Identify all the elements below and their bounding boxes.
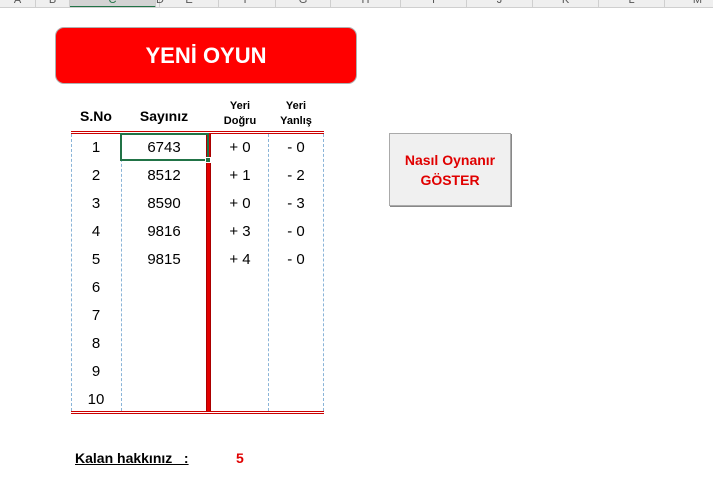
cell-guess[interactable]	[121, 386, 207, 414]
header-wrong-line1: Yeri	[285, 100, 307, 112]
cell-wrong	[268, 358, 324, 386]
cell-wrong: - 0	[287, 139, 305, 156]
cell-correct	[212, 358, 268, 386]
cell-correct	[212, 302, 268, 330]
new-game-button[interactable]: YENİ OYUN	[55, 27, 357, 84]
cell-no: 1	[91, 139, 101, 156]
column-header-l[interactable]: L	[599, 0, 665, 7]
column-header-c[interactable]: C	[70, 0, 156, 7]
guess-table: 1 6743 + 0- 0 2 8512 + 1- 2 3 8590 + 0- 3 4 9816 + …	[71, 131, 324, 414]
how-to-play-button[interactable]: Nasıl Oynanır GÖSTER	[389, 133, 511, 206]
column-header-strip: ABCDEFGHIJKLMN	[0, 0, 713, 8]
header-guess: Sayınız	[139, 108, 189, 124]
cell-wrong	[268, 386, 324, 414]
cell-guess[interactable]	[121, 358, 207, 386]
cell-no: 7	[91, 307, 101, 324]
header-wrong-line2: Yanlış	[280, 115, 312, 127]
cell-correct: + 0	[229, 139, 251, 156]
cell-guess[interactable]: 9815	[121, 246, 207, 274]
header-sno: S.No	[80, 108, 112, 124]
cell-correct: + 3	[229, 223, 251, 240]
cell-no: 2	[91, 167, 101, 184]
cell-no: 8	[91, 335, 101, 352]
active-cell-selection[interactable]	[120, 133, 211, 163]
cell-wrong	[268, 330, 324, 358]
column-header-m[interactable]: M	[665, 0, 713, 7]
column-header-e[interactable]: E	[160, 0, 219, 7]
header-correct-position: Yeri Doğru	[212, 99, 268, 129]
cell-no: 5	[91, 251, 101, 268]
column-header-f[interactable]: F	[219, 0, 276, 7]
header-correct-line2: Doğru	[223, 115, 257, 127]
column-header-k[interactable]: K	[533, 0, 599, 7]
how-to-play-line1: Nasıl Oynanır	[404, 151, 496, 168]
column-header-a[interactable]: A	[0, 0, 36, 7]
cell-guess[interactable]	[121, 274, 207, 302]
cell-wrong	[268, 274, 324, 302]
cell-correct	[212, 330, 268, 358]
column-header-b[interactable]: B	[36, 0, 70, 7]
cell-no: 9	[91, 363, 101, 380]
header-correct-line1: Yeri	[229, 100, 251, 112]
cell-correct	[212, 386, 268, 414]
header-wrong-position: Yeri Yanlış	[268, 99, 324, 129]
cell-no: 10	[87, 391, 105, 408]
column-header-h[interactable]: H	[331, 0, 401, 7]
how-to-play-line2: GÖSTER	[420, 171, 480, 188]
cell-correct	[212, 274, 268, 302]
cell-guess[interactable]	[121, 302, 207, 330]
cell-wrong: - 2	[287, 167, 305, 184]
column-header-i[interactable]: I	[401, 0, 467, 7]
cell-guess[interactable]: 9816	[121, 218, 207, 246]
remaining-attempts-label: Kalan hakkınız :	[75, 450, 189, 466]
cell-correct: + 1	[229, 167, 251, 184]
fill-handle[interactable]	[205, 157, 211, 163]
cell-wrong: - 0	[287, 251, 305, 268]
cell-guess[interactable]: 8590	[121, 190, 207, 218]
cell-wrong: - 0	[287, 223, 305, 240]
cell-guess[interactable]	[121, 330, 207, 358]
cell-guess[interactable]: 8512	[121, 162, 207, 190]
cell-wrong	[268, 302, 324, 330]
column-header-g[interactable]: G	[276, 0, 331, 7]
cell-correct: + 4	[229, 251, 251, 268]
cell-correct: + 0	[229, 195, 251, 212]
cell-no: 6	[91, 279, 101, 296]
cell-no: 3	[91, 195, 101, 212]
cell-wrong: - 3	[287, 195, 305, 212]
column-header-j[interactable]: J	[467, 0, 533, 7]
cell-no: 4	[91, 223, 101, 240]
remaining-attempts-value: 5	[236, 450, 244, 466]
